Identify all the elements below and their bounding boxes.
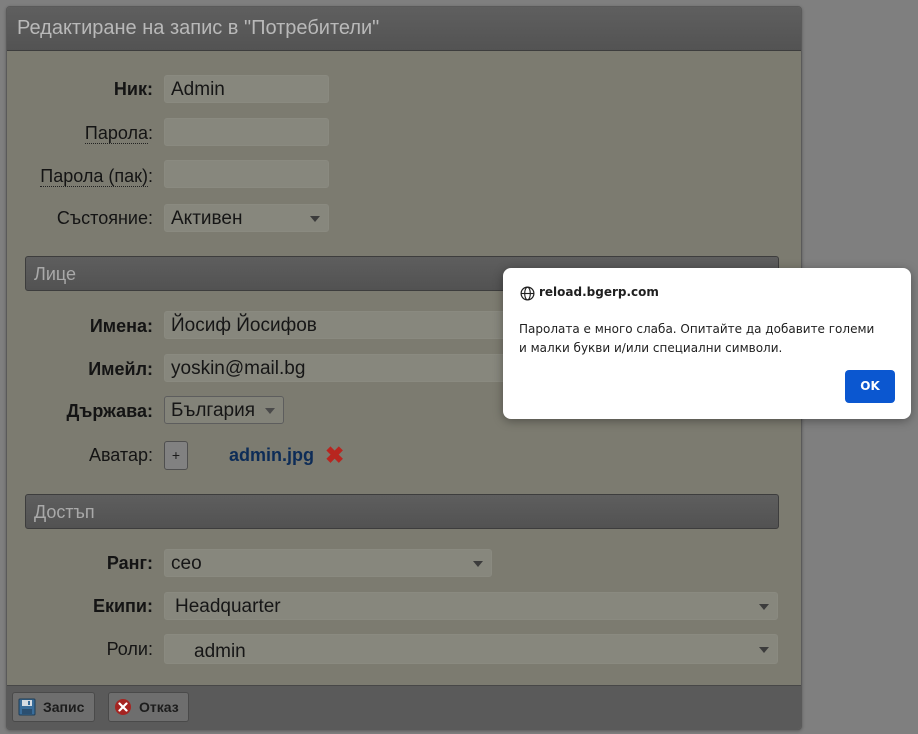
rank-label: Ранг: xyxy=(106,553,153,573)
roles-select[interactable]: admin xyxy=(164,634,778,664)
chevron-down-icon xyxy=(759,604,769,610)
section-access: Достъп xyxy=(25,494,779,529)
state-label: Състояние: xyxy=(56,208,153,228)
cancel-icon xyxy=(115,699,131,715)
delete-icon[interactable]: ✖ xyxy=(325,444,344,467)
alert-dialog: reload.bgerp.com Паролата е много слаба.… xyxy=(503,268,911,419)
add-avatar-button[interactable]: + xyxy=(164,441,188,470)
names-label: Имена: xyxy=(89,316,153,336)
chevron-down-icon xyxy=(759,647,769,653)
password-again-input[interactable] xyxy=(164,160,329,188)
nick-input[interactable]: Admin xyxy=(164,75,329,103)
save-icon xyxy=(18,698,36,716)
cancel-label: Отказ xyxy=(139,699,179,715)
rank-select[interactable]: ceo xyxy=(164,549,492,577)
chevron-down-icon xyxy=(310,216,320,222)
window-titlebar: Редактиране на запис в "Потребители" xyxy=(7,7,801,51)
country-label: Държава: xyxy=(66,401,153,421)
roles-label: Роли: xyxy=(106,639,153,659)
email-input[interactable]: yoskin@mail.bg xyxy=(164,354,514,382)
password-again-label: Парола (пак): xyxy=(40,166,153,187)
window-title: Редактиране на запис в "Потребители" xyxy=(17,17,380,39)
save-button[interactable]: Запис xyxy=(12,692,95,722)
email-label: Имейл: xyxy=(88,359,153,379)
chevron-down-icon xyxy=(265,408,275,414)
teams-select[interactable]: Headquarter xyxy=(164,592,778,620)
nick-label: Ник: xyxy=(113,79,153,99)
avatar-file-link[interactable]: admin.jpg xyxy=(229,445,314,466)
password-label: Парола: xyxy=(84,123,153,144)
form-toolbar: Запис Отказ xyxy=(7,685,801,729)
dialog-origin: reload.bgerp.com xyxy=(539,285,659,299)
avatar-label: Аватар: xyxy=(88,445,153,465)
chevron-down-icon xyxy=(473,561,483,567)
save-label: Запис xyxy=(43,699,85,715)
globe-icon xyxy=(520,286,535,301)
password-input[interactable] xyxy=(164,118,329,146)
country-select[interactable]: България xyxy=(164,396,284,424)
ok-button[interactable]: OK xyxy=(845,370,895,403)
teams-label: Екипи: xyxy=(92,596,153,616)
dialog-message: Паролата е много слаба. Опитайте да доба… xyxy=(519,322,875,355)
names-input[interactable]: Йосиф Йосифов xyxy=(164,311,514,339)
state-select[interactable]: Активен xyxy=(164,204,329,232)
cancel-button[interactable]: Отказ xyxy=(108,692,189,722)
